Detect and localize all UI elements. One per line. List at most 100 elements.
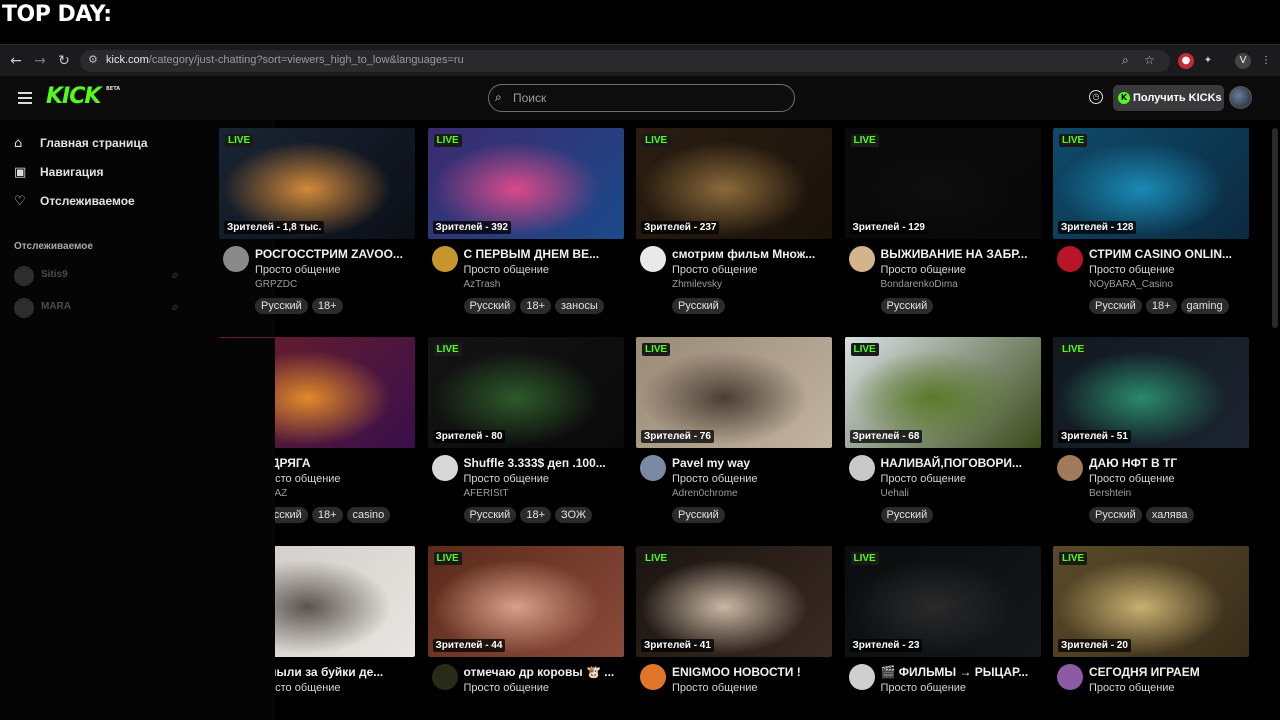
stream-title[interactable]: ВЫЖИВАНИЕ НА ЗАБР... [881,247,1041,261]
get-kicks-button[interactable]: K Получить KICKs [1113,85,1224,111]
stream-card[interactable]: LIVE Зрителей - 51 ДАЮ НФТ В ТГ Просто обще… [1053,337,1249,537]
stream-thumbnail[interactable]: LIVE Зрителей - 128 [1053,128,1249,239]
stream-title[interactable]: отмечаю др коровы 🐮 ... [464,665,624,679]
avatar[interactable] [848,455,875,481]
profile-icon[interactable]: V [1235,53,1251,69]
stream-card[interactable]: LIVE Зрителей - 20 СЕГОДНЯ ИГРАЕМ Просто об… [1053,546,1249,720]
back-arrow-icon[interactable]: ← [7,52,25,70]
channel-name[interactable]: Zhmilevsky [672,279,722,290]
tag-pill[interactable]: 18+ [520,507,551,523]
stream-thumbnail[interactable]: LIVE Зрителей - 20 [1053,546,1249,657]
stream-thumbnail[interactable]: LIVE Зрителей - 51 [1053,337,1249,448]
tag-pill[interactable]: ЗОЖ [555,507,592,523]
kick-logo[interactable]: KICK [46,84,101,109]
stream-thumbnail[interactable]: LIVE Зрителей - 80 [427,337,624,448]
avatar[interactable] [431,664,458,690]
bookmark-star-icon[interactable]: ☆ [1144,53,1155,67]
stream-title[interactable]: смотрим фильм Множ... [672,247,832,261]
tag-pill[interactable]: Русский [1089,507,1142,523]
avatar[interactable] [640,455,666,481]
avatar[interactable] [1057,664,1083,690]
tag-pill[interactable]: 18+ [1145,298,1177,314]
tag-pill[interactable]: 18+ [520,298,551,314]
stream-title[interactable]: СЕГОДНЯ ИГРАЕМ [1089,665,1249,679]
tag-pill[interactable]: Русский [1089,298,1142,314]
channel-name[interactable]: GRPZDC [255,279,297,290]
avatar[interactable] [1057,246,1083,272]
stream-category[interactable]: Просто общение [464,682,550,694]
forward-arrow-icon[interactable]: → [31,52,49,70]
stream-category[interactable]: Просто общение [881,473,967,485]
stream-title[interactable]: 🎬 ФИЛЬМЫ → РЫЦАР... [881,665,1041,679]
channel-name[interactable]: Adren0chrome [672,488,738,499]
stream-title[interactable]: Pavel my way [672,456,832,470]
extension-icon[interactable]: ● [1178,53,1194,69]
channel-name[interactable]: AFERIStT [464,488,509,499]
stream-title[interactable]: ДАЮ НФТ В ТГ [1089,456,1249,470]
sidebar-item-browse[interactable]: ▣ Навигация [14,163,254,185]
stream-title[interactable]: Shuffle 3.333$ деп .100... [464,456,624,470]
stream-thumbnail[interactable]: LIVE Зрителей - 76 [636,337,832,448]
tag-pill[interactable]: Русский [255,298,308,314]
stream-title[interactable]: С ПЕРВЫМ ДНЕМ ВЕ... [464,247,624,261]
search-box[interactable]: ⌕ [488,84,795,112]
user-avatar[interactable] [1229,86,1252,109]
stream-thumbnail[interactable]: LIVE Зрителей - 23 [844,546,1041,657]
stream-thumbnail[interactable]: LIVE Зрителей - 68 [844,337,1041,448]
stream-thumbnail[interactable]: LIVE Зрителей - 237 [636,128,832,239]
zoom-icon[interactable]: ⌕ [1122,53,1129,68]
avatar[interactable] [640,664,666,690]
stream-thumbnail[interactable]: LIVE Зрителей - 1,8 тыс. [219,128,415,239]
channel-name[interactable]: BondarenkoDima [881,279,958,290]
sidebar-item-home[interactable]: ⌂ Главная страница [14,134,254,156]
reload-icon[interactable]: ↻ [55,52,73,70]
stream-category[interactable]: Просто общение [672,682,758,694]
rewards-icon[interactable]: ◷ [1089,90,1103,104]
avatar[interactable] [848,664,875,690]
stream-thumbnail[interactable]: LIVE Зрителей - 392 [427,128,624,239]
stream-title[interactable]: РЕДРЯГА [255,456,415,470]
tag-pill[interactable]: Русский [672,298,725,314]
stream-thumbnail[interactable]: LIVE Зрителей - 41 [636,546,832,657]
stream-category[interactable]: Просто общение [1089,264,1175,276]
tag-pill[interactable]: халява [1145,507,1194,523]
avatar[interactable] [431,455,458,481]
stream-title[interactable]: СТРИМ CASINO ONLIN... [1089,247,1249,261]
channel-name[interactable]: NOyBARA_Casino [1089,279,1173,290]
channel-name[interactable]: Bershtein [1089,488,1131,499]
stream-card[interactable]: LIVE Зрителей - 44 отмечаю др коровы 🐮 ...… [427,546,624,720]
address-bar[interactable]: ⚙ kick.com/category/just-chatting?sort=v… [80,50,1170,72]
tag-pill[interactable]: Русский [463,507,517,523]
tag-pill[interactable]: Русский [880,298,934,314]
followed-channel[interactable]: MARA ⌀ [14,298,184,320]
avatar[interactable] [640,246,666,272]
stream-category[interactable]: Просто общение [464,264,550,276]
hamburger-menu-icon[interactable] [18,92,32,104]
followed-channel[interactable]: Sitis9 ⌀ [14,266,184,288]
stream-card[interactable]: LIVE Зрителей - 128 СТРИМ CASINO ONLIN... П… [1053,128,1249,328]
stream-title[interactable]: НАЛИВАЙ,ПОГОВОРИ... [881,456,1041,470]
avatar[interactable] [1057,455,1083,481]
stream-category[interactable]: Просто общение [1089,682,1175,694]
channel-name[interactable]: Uehali [881,488,909,499]
tag-pill[interactable]: casino [346,507,391,523]
stream-category[interactable]: Просто общение [255,264,341,276]
stream-thumbnail[interactable]: LIVE Зрителей - 44 [427,546,624,657]
avatar[interactable] [431,246,458,272]
tag-pill[interactable]: Русский [672,507,725,523]
stream-title[interactable]: РОСГОССТРИМ ZAVOO... [255,247,415,261]
tag-pill[interactable]: 18+ [311,507,343,523]
scrollbar[interactable] [1272,128,1278,328]
stream-card[interactable]: LIVE Зрителей - 76 Pavel my way Просто обще… [636,337,832,537]
browser-menu-icon[interactable]: ⋮ [1258,53,1274,69]
stream-card[interactable]: LIVE Зрителей - 41 ENIGMOO НОВОСТИ ! Просто… [636,546,832,720]
stream-card[interactable]: LIVE Зрителей - 392 С ПЕРВЫМ ДНЕМ ВЕ... Про… [427,128,624,328]
stream-thumbnail[interactable]: LIVE Зрителей - 129 [844,128,1041,239]
site-settings-icon[interactable]: ⚙ [88,53,98,66]
stream-card[interactable]: LIVE Зрителей - 237 смотрим фильм Множ... П… [636,128,832,328]
stream-card[interactable]: LIVE Зрителей - 80 Shuffle 3.333$ деп .100… [427,337,624,537]
stream-card[interactable]: LIVE Зрителей - 129 ВЫЖИВАНИЕ НА ЗАБР... Пр… [844,128,1041,328]
stream-category[interactable]: Просто общение [672,473,758,485]
stream-title[interactable]: аплыли за буйки де... [255,665,415,679]
sidebar-item-following[interactable]: ♡ Отслеживаемое [14,192,254,214]
